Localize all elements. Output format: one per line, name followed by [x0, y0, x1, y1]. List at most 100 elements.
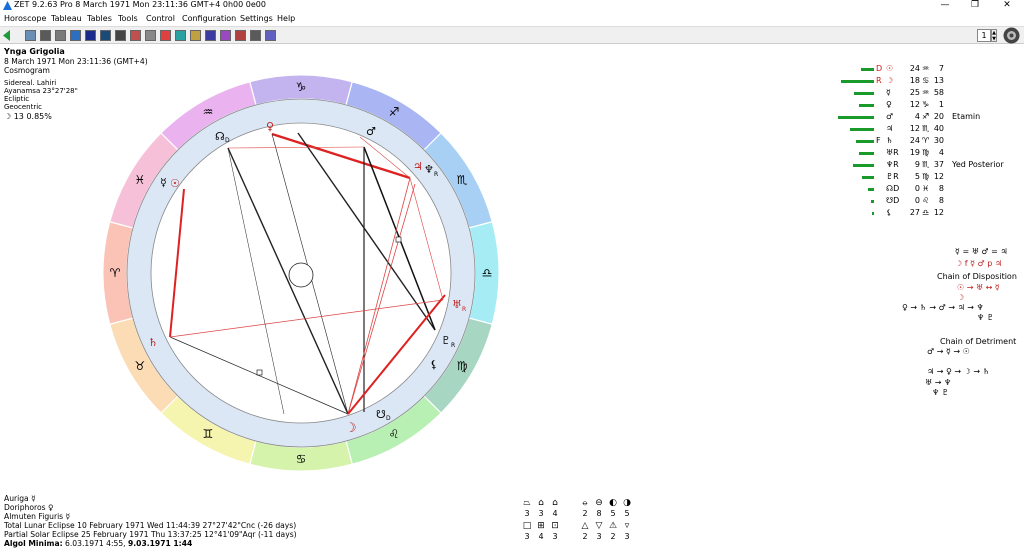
solar-eclipse: Partial Solar Eclipse 25 February 1971 T…	[4, 530, 297, 539]
disposition-line-3: ♀ → ♄ → ♂ → ♃ → ♆	[902, 303, 984, 312]
planet-minutes: 12	[933, 172, 944, 181]
toolbar-button-8[interactable]	[130, 30, 141, 41]
toolbar-button-15[interactable]	[235, 30, 246, 41]
plane: Ecliptic	[4, 95, 30, 103]
menu-tables[interactable]: Tables	[87, 14, 112, 23]
detriment-line-1: ♂ → ☿ → ☉	[927, 347, 970, 356]
planet-degree: 5	[914, 172, 920, 181]
aspect-count: 5	[624, 509, 630, 518]
disposition-line-1: ☉ → ♅ ↔ ☿	[957, 283, 1000, 292]
minimize-button[interactable]: —	[930, 0, 960, 12]
aspect-symbol: ◐	[609, 498, 617, 508]
planet-minutes: 7	[938, 64, 944, 73]
aspect-symbol: ⏢	[523, 498, 531, 508]
zodiac-sign-glyph: ♋	[296, 452, 307, 466]
toolbar-button-5[interactable]	[85, 30, 96, 41]
zodiac-sign-glyph: ♉	[135, 359, 146, 373]
moon-glyph: ☽	[345, 421, 357, 436]
planet-glyph: ☋D	[886, 196, 900, 205]
toolbar-button-12[interactable]	[190, 30, 201, 41]
person-name: Ynga Grigolia	[4, 47, 65, 56]
neptune-glyph: ♆	[424, 163, 434, 176]
aspect-count: 5	[610, 509, 616, 518]
menu-settings[interactable]: Settings	[240, 14, 273, 23]
zodiac-sign-glyph: ♍	[457, 359, 468, 373]
toolbar-button-3[interactable]	[55, 30, 66, 41]
chart-type: Cosmogram	[4, 66, 50, 75]
svg-text:R: R	[451, 342, 455, 349]
strength-bar	[854, 92, 874, 95]
zodiac-sign-glyph: ♏	[457, 173, 468, 187]
strength-bar	[868, 188, 874, 191]
toolbar-button-13[interactable]	[205, 30, 216, 41]
close-button[interactable]: ✕	[992, 0, 1022, 12]
aspect-symbol: ⌂	[552, 498, 558, 508]
aspect-count: 2	[582, 509, 588, 518]
toolbar-button-16[interactable]	[250, 30, 261, 41]
strength-bar	[861, 68, 874, 71]
toolbar-button-6[interactable]	[100, 30, 111, 41]
toolbar-button-17[interactable]	[265, 30, 276, 41]
menu-help[interactable]: Help	[277, 14, 295, 23]
almuten-figuris: Almuten Figuris ☿	[4, 512, 71, 521]
planet-sign: ♈	[922, 136, 930, 145]
saturn-glyph: ♄	[148, 336, 158, 349]
strength-bar	[871, 200, 874, 203]
back-arrow-icon[interactable]	[3, 30, 11, 41]
toolbar-button-9[interactable]	[145, 30, 156, 41]
planet-minutes: 13	[933, 76, 944, 85]
zodiac-sign-glyph: ♐	[389, 105, 400, 119]
toolbar-button-14[interactable]	[220, 30, 231, 41]
planet-minutes: 30	[933, 136, 944, 145]
planet-minutes: 8	[938, 184, 944, 193]
aspect-symbol: ▽	[595, 521, 603, 531]
disposition-line-4: ♆ ♇	[977, 313, 994, 322]
toolbar-button-4[interactable]	[70, 30, 81, 41]
menu-tableau[interactable]: Tableau	[51, 14, 82, 23]
planet-sign: ♍	[922, 172, 930, 181]
horoscope-wheel[interactable]: ♑ ♐ ♏ ♎ ♍ ♌ ♋ ♊ ♉ ♈ ♓ ♒ ♀ ♂ ☊ D ☿ ☉ ♃ ♆ R ♅ R ♇ R ⚸…	[100, 72, 502, 474]
menu-configuration[interactable]: Configuration	[182, 14, 236, 23]
toolbar-button-2[interactable]	[40, 30, 51, 41]
aspect-symbol: ◑	[623, 498, 631, 508]
planet-sign: ♎	[922, 208, 930, 217]
title-bar: ZET 9.2.63 Pro 8 March 1971 Mon 23:11:36…	[0, 0, 1024, 12]
venus-glyph: ♀	[266, 120, 274, 133]
south-node-glyph: ☋	[376, 408, 386, 421]
doriphoros: Doriphoros ♀	[4, 503, 54, 512]
dignity-line-2: ☽ f ☿ ♂ p ♃	[955, 259, 1003, 268]
menu-tools[interactable]: Tools	[118, 14, 138, 23]
planet-minutes: 8	[938, 196, 944, 205]
page-stepper[interactable]: ▲ ▼	[991, 29, 997, 42]
toolbar-button-10[interactable]	[160, 30, 171, 41]
zodiac-sign-glyph: ♎	[482, 266, 493, 280]
moon-phase: ☽ 13 0.85%	[4, 112, 52, 121]
aspect-count: 2	[610, 532, 616, 541]
aspect-count: 3	[524, 509, 530, 518]
strength-bar	[856, 140, 874, 143]
planet-degree: 24	[909, 136, 920, 145]
toolbar-button-1[interactable]	[25, 30, 36, 41]
planet-glyph: ♃	[886, 124, 894, 133]
aspect-symbol: ⊖	[595, 498, 603, 508]
strength-bar	[841, 80, 874, 83]
settings-gear-icon[interactable]	[1003, 27, 1020, 44]
page-number-field[interactable]: 1	[977, 29, 991, 42]
planet-glyph: ♂	[886, 112, 894, 121]
menu-horoscope[interactable]: Horoscope	[4, 14, 46, 23]
menu-control[interactable]: Control	[146, 14, 175, 23]
toolbar-button-11[interactable]	[175, 30, 186, 41]
aspect-symbol: ▿	[624, 521, 630, 531]
maximize-button[interactable]: ❐	[960, 0, 990, 12]
planet-glyph: ☽	[886, 76, 894, 85]
aspect-symbol: ⚠	[608, 521, 618, 531]
strength-bar	[853, 164, 874, 167]
uranus-glyph: ♅	[452, 298, 462, 311]
svg-text:D: D	[386, 415, 391, 422]
aspect-count: 2	[582, 532, 588, 541]
toolbar-button-7[interactable]	[115, 30, 126, 41]
planet-minutes: 4	[938, 148, 944, 157]
strength-bar	[850, 128, 874, 131]
planet-glyph: ♇R	[886, 172, 899, 181]
detriment-line-3: ♅ → ♆	[925, 378, 952, 387]
